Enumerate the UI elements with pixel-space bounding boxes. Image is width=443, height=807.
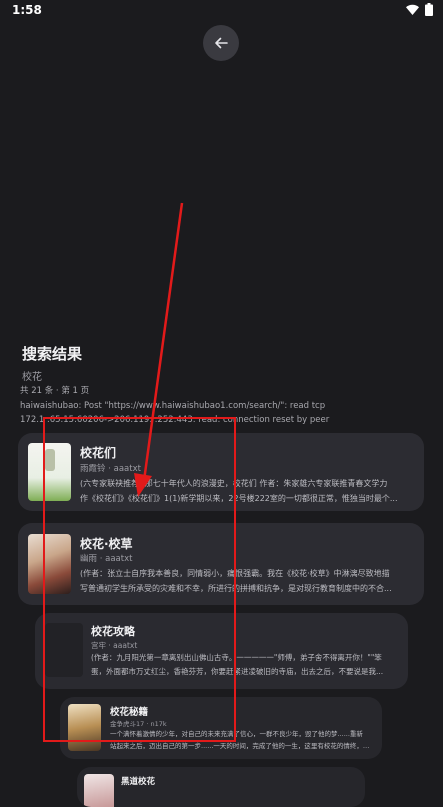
book-cover: [28, 443, 71, 501]
book-author: 雨霞铃 · aaatxt: [80, 464, 141, 474]
book-title: 校花·校草: [80, 537, 133, 551]
book-description: (六专家联袂推荐) 那七十年代人的浪漫史，校花们 作者：朱家雄六专家联推青春文学…: [80, 479, 398, 503]
status-bar: 1:58: [0, 0, 443, 22]
book-title: 校花们: [80, 446, 117, 460]
error-message: haiwaishubao: Post "https://www.haiwaish…: [20, 399, 430, 427]
book-title: 校花攻略: [91, 625, 135, 638]
book-description: (作者：张立士自序我本善良，同情弱小，痛恨强霸。我在《校花·校草》中淋漓尽致地描…: [80, 569, 392, 593]
book-title: 黑道校花: [121, 777, 156, 787]
status-icons: [406, 3, 433, 16]
result-count: 共 21 条 · 第 1 页: [20, 386, 90, 396]
book-description: 一个满怀着激情的少年，对自己的未来充满了信心，一群不良少年，毁了他的梦.....…: [110, 730, 374, 750]
book-cover: [45, 623, 83, 677]
status-time: 1:58: [12, 3, 42, 17]
wifi-icon: [406, 4, 419, 15]
book-cover: [28, 534, 71, 594]
book-author: 幽雨 · aaatxt: [80, 554, 133, 564]
result-card[interactable]: 校花攻略 宫牢 · aaatxt (作者：九月阳光第一章离别出山佛山古寺。一一一…: [35, 613, 408, 689]
result-card[interactable]: 校花·校草 幽雨 · aaatxt (作者：张立士自序我本善良，同情弱小，痛恨强…: [18, 523, 424, 605]
book-author: 宫牢 · aaatxt: [91, 641, 138, 650]
book-author: 金争虎斗17 · n17k: [110, 720, 167, 728]
battery-icon: [425, 3, 433, 16]
result-card[interactable]: 校花秘籍 金争虎斗17 · n17k 一个满怀着激情的少年，对自己的未来充满了信…: [60, 697, 382, 759]
book-cover: [84, 774, 114, 807]
arrow-left-icon: [215, 37, 228, 49]
book-description: (作者：九月阳光第一章离别出山佛山古寺。一一一一一"师傅，弟子舍不得离开你！""…: [91, 653, 384, 676]
book-title: 校花秘籍: [110, 707, 149, 718]
error-line: haiwaishubao: Post "https://www.haiwaish…: [20, 401, 326, 411]
book-cover: [68, 704, 101, 751]
search-keyword: 校花: [22, 372, 42, 383]
back-button[interactable]: [203, 25, 239, 61]
results-header: 搜索结果 校花: [22, 343, 422, 383]
result-card[interactable]: 校花们 雨霞铃 · aaatxt (六专家联袂推荐) 那七十年代人的浪漫史，校花…: [18, 433, 424, 511]
error-line: 172.1 .65.15:60206->206.119. .252:443: r…: [20, 415, 330, 425]
page-title: 搜索结果: [22, 345, 83, 363]
result-card[interactable]: 黑道校花: [77, 767, 365, 807]
